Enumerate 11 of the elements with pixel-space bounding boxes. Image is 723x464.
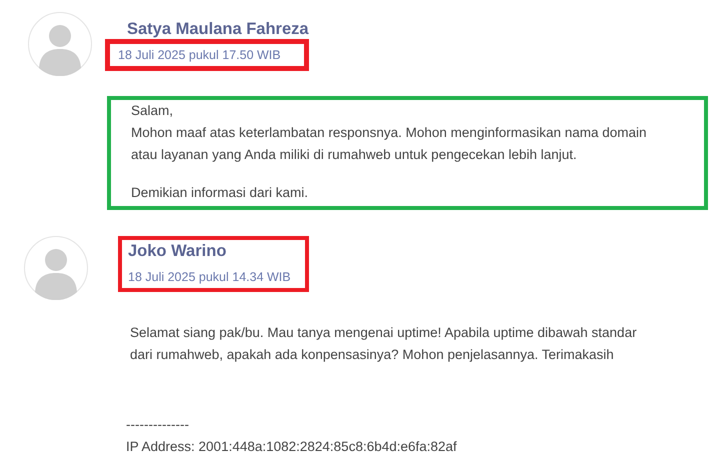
message-paragraph: Selamat siang pak/bu. Mau tanya mengenai uptime! Apabila uptime dibawah standar dari rumahweb, apakah ada konpensasinya? Mohon penjelasannya. Terimakasih bbox=[130, 324, 638, 364]
author-name: Satya Maulana Fahreza bbox=[126, 20, 309, 39]
avatar-icon bbox=[24, 236, 88, 300]
timestamp: 18 Juli 2025 pukul 14.34 WIB bbox=[127, 270, 291, 284]
author-name: Joko Warino bbox=[127, 242, 228, 261]
signature-line: -------------- bbox=[126, 416, 189, 434]
date-highlight: 18 Juli 2025 pukul 17.50 WIB bbox=[105, 39, 309, 71]
signature-line: IP Address: 2001:448a:1082:2824:85c8:6b4d:e6fa:82af bbox=[126, 438, 457, 456]
message-paragraph: Salam, Mohon maaf atas keterlambatan responsnya. Mohon menginformasikan nama domain atau layanan yang Anda miliki di rumahweb untuk pengecekan lebih lanjut. bbox=[131, 102, 648, 164]
avatar-icon bbox=[28, 12, 92, 76]
message-paragraph: Demikian informasi dari kami. bbox=[131, 184, 310, 202]
